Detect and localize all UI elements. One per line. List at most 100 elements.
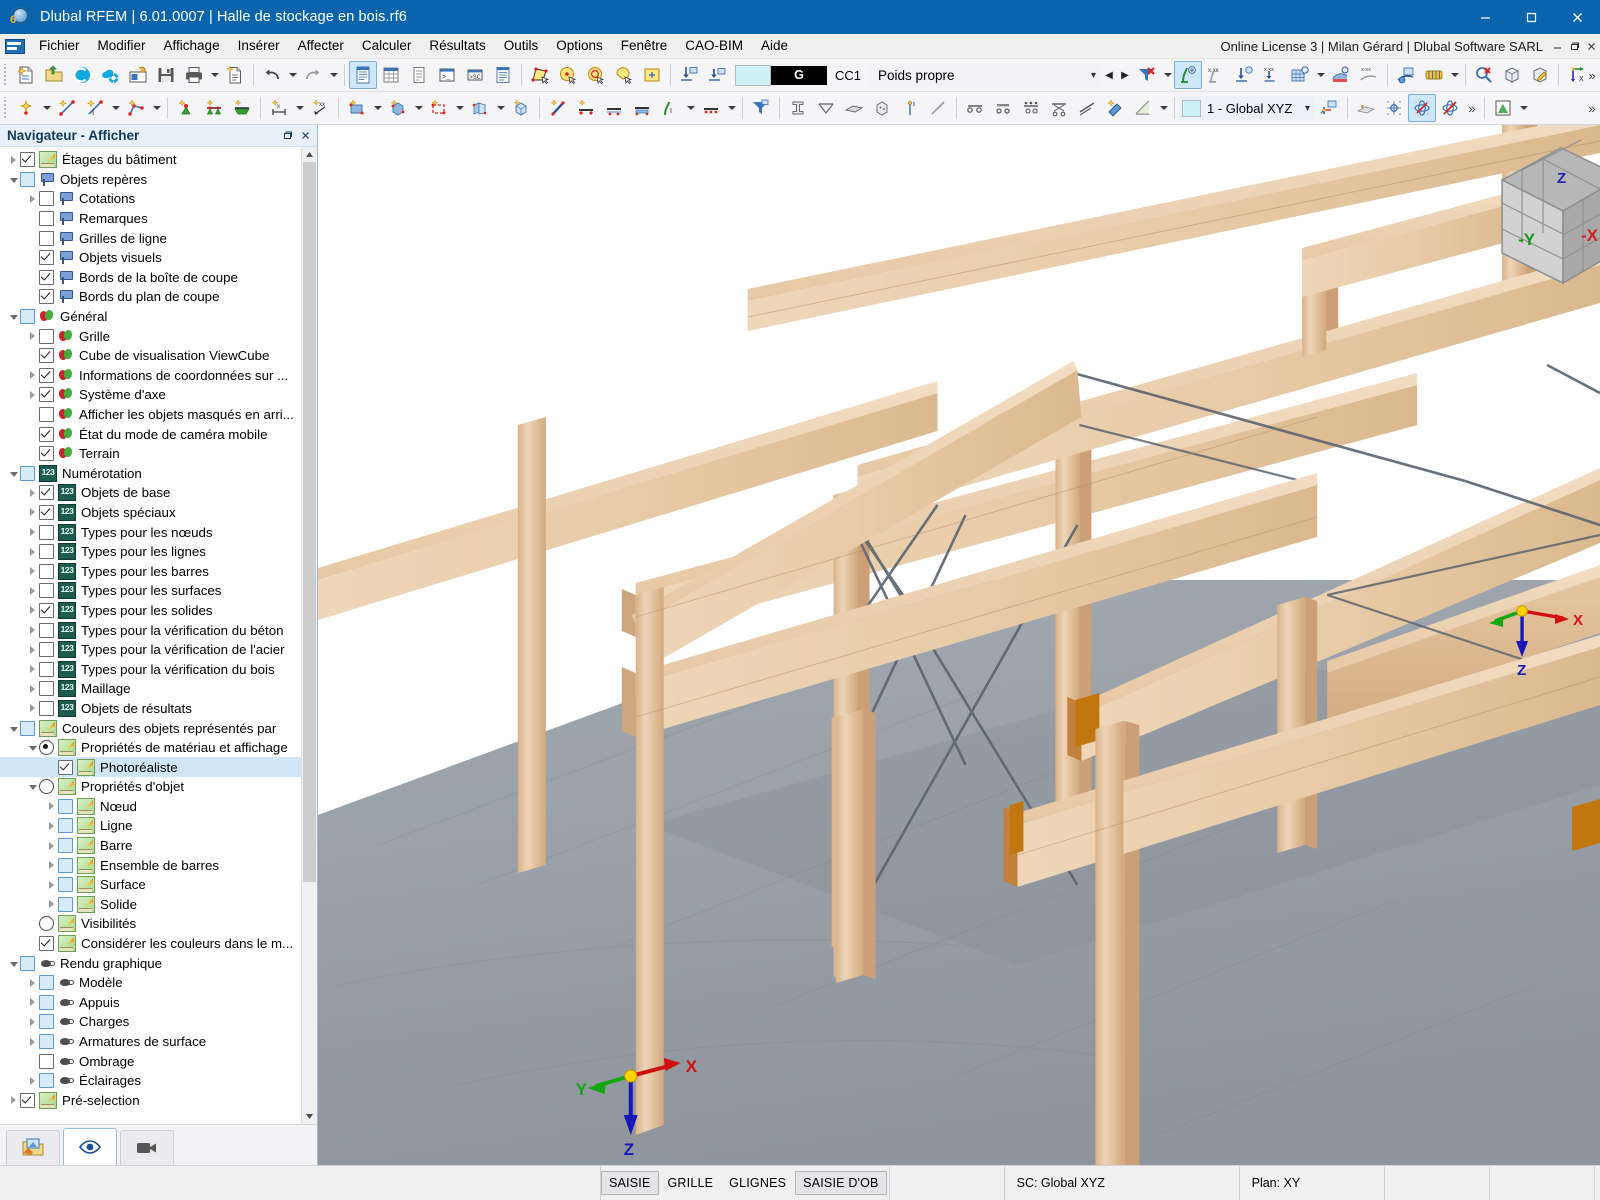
result-surface-grid-icon[interactable] bbox=[1286, 61, 1314, 89]
tree-checkbox[interactable] bbox=[20, 955, 35, 971]
toolbar-overflow-button[interactable]: » bbox=[1584, 62, 1600, 88]
tree-item[interactable]: Général bbox=[0, 307, 301, 327]
tree-item[interactable]: 123 Types pour les nœuds bbox=[0, 522, 301, 542]
redo-icon[interactable] bbox=[299, 61, 327, 89]
tree-checkbox[interactable] bbox=[39, 348, 54, 364]
tree-checkbox[interactable] bbox=[39, 367, 54, 383]
tree-radio-button[interactable] bbox=[39, 916, 54, 932]
tree-checkbox[interactable] bbox=[39, 250, 54, 266]
tree-expander-closed-icon[interactable] bbox=[26, 332, 39, 340]
select-objects-icon[interactable] bbox=[526, 61, 554, 89]
tree-expander-closed-icon[interactable] bbox=[26, 1038, 39, 1046]
tree-checkbox[interactable] bbox=[58, 877, 73, 893]
document-list-icon[interactable] bbox=[405, 61, 433, 89]
edit-coordinate-system-icon[interactable] bbox=[1315, 94, 1343, 122]
printout-report-icon[interactable] bbox=[489, 61, 517, 89]
toolbar-grip[interactable] bbox=[2, 64, 10, 86]
tree-item[interactable]: Terrain bbox=[0, 444, 301, 464]
next-load-case-button[interactable]: ▶ bbox=[1117, 63, 1133, 87]
command-prompt-icon[interactable]: >_ bbox=[433, 61, 461, 89]
tree-checkbox[interactable] bbox=[39, 1073, 54, 1089]
tree-item[interactable]: 123 Types pour la vérification de l'acier bbox=[0, 640, 301, 660]
tree-checkbox[interactable] bbox=[39, 446, 54, 462]
previous-load-case-button[interactable]: ◀ bbox=[1101, 63, 1117, 87]
tree-item[interactable]: Visibilités bbox=[0, 914, 301, 934]
tree-item[interactable]: Grille bbox=[0, 326, 301, 346]
member-load-dropdown-arrow[interactable] bbox=[725, 95, 738, 121]
tree-expander-closed-icon[interactable] bbox=[26, 979, 39, 987]
new-contact-solid-dropdown-arrow[interactable] bbox=[494, 95, 507, 121]
tree-item[interactable]: Bords du plan de coupe bbox=[0, 287, 301, 307]
tree-item[interactable]: Étages du bâtiment bbox=[0, 150, 301, 170]
tree-expander-closed-icon[interactable] bbox=[26, 195, 39, 203]
status-toggle-saisie[interactable]: SAISIE bbox=[601, 1171, 659, 1195]
tree-item[interactable]: Barre bbox=[0, 836, 301, 856]
tree-item[interactable]: 123 Types pour la vérification du béton bbox=[0, 620, 301, 640]
tree-checkbox[interactable] bbox=[39, 661, 54, 677]
print-icon[interactable] bbox=[180, 61, 208, 89]
tree-expander-closed-icon[interactable] bbox=[45, 802, 58, 810]
navigator-scrollbar[interactable] bbox=[301, 147, 317, 1124]
tree-expander-closed-icon[interactable] bbox=[26, 508, 39, 516]
tree-item[interactable]: Pré-selection bbox=[0, 1091, 301, 1111]
undo-icon[interactable] bbox=[258, 61, 286, 89]
result-table-icon[interactable] bbox=[1420, 61, 1448, 89]
result-table-dropdown-arrow[interactable] bbox=[1448, 62, 1461, 88]
dimension-dropdown-arrow[interactable] bbox=[293, 95, 306, 121]
open-recent-icon[interactable] bbox=[124, 61, 152, 89]
new-line-length-icon[interactable]: I bbox=[81, 94, 109, 122]
script-console-icon[interactable]: >SC bbox=[461, 61, 489, 89]
tree-expander-closed-icon[interactable] bbox=[26, 704, 39, 712]
model-viewport-3d[interactable]: X Z -Y -X Z X Y Z bbox=[318, 125, 1600, 1165]
new-contact-solid-icon[interactable] bbox=[466, 94, 494, 122]
undo-dropdown-arrow[interactable] bbox=[286, 62, 299, 88]
menu-affecter[interactable]: Affecter bbox=[289, 35, 353, 57]
tree-expander-open-icon[interactable] bbox=[26, 783, 39, 790]
new-surface-dropdown-arrow[interactable] bbox=[371, 95, 384, 121]
tree-checkbox[interactable] bbox=[39, 191, 54, 207]
section-library-icon[interactable] bbox=[784, 94, 812, 122]
tree-expander-closed-icon[interactable] bbox=[45, 822, 58, 830]
menu-outils[interactable]: Outils bbox=[495, 35, 548, 57]
solid-cube-icon[interactable] bbox=[868, 94, 896, 122]
new-opening-dropdown-arrow[interactable] bbox=[453, 95, 466, 121]
tree-checkbox[interactable] bbox=[39, 994, 54, 1010]
section-editor-icon[interactable] bbox=[1129, 94, 1157, 122]
tree-expander-closed-icon[interactable] bbox=[26, 1018, 39, 1026]
tree-item[interactable]: 123 Types pour les solides bbox=[0, 601, 301, 621]
tree-checkbox[interactable] bbox=[39, 1053, 54, 1069]
new-support-icon[interactable] bbox=[172, 94, 200, 122]
tree-checkbox[interactable] bbox=[39, 681, 54, 697]
status-toggle-grille[interactable]: GRILLE bbox=[661, 1172, 721, 1194]
minimize-button[interactable] bbox=[1462, 0, 1508, 34]
tree-item[interactable]: 123 Maillage bbox=[0, 679, 301, 699]
truss-icon[interactable] bbox=[812, 94, 840, 122]
status-toggle-saisie-dob[interactable]: SAISIE D'OB bbox=[795, 1171, 887, 1195]
tree-item[interactable]: Solide bbox=[0, 895, 301, 915]
tree-checkbox[interactable] bbox=[39, 289, 54, 305]
result-diagram-icon[interactable] bbox=[1327, 61, 1355, 89]
tree-expander-open-icon[interactable] bbox=[7, 470, 20, 477]
snap-object-off-icon[interactable] bbox=[1436, 94, 1464, 122]
tree-checkbox[interactable] bbox=[39, 230, 54, 246]
tree-item[interactable]: 123 Types pour les barres bbox=[0, 561, 301, 581]
tree-checkbox[interactable] bbox=[20, 1092, 35, 1108]
tree-checkbox[interactable] bbox=[39, 504, 54, 520]
tree-item[interactable]: Informations de coordonnées sur ... bbox=[0, 366, 301, 386]
tree-item[interactable]: Armatures de surface bbox=[0, 1032, 301, 1052]
new-member-icon[interactable] bbox=[544, 94, 572, 122]
new-node-dropdown-arrow[interactable] bbox=[40, 95, 53, 121]
support-reactions-icon[interactable] bbox=[1230, 61, 1258, 89]
tree-checkbox[interactable] bbox=[39, 211, 54, 227]
new-block-icon[interactable] bbox=[507, 94, 535, 122]
dimension-icon[interactable]: x bbox=[265, 94, 293, 122]
navigator-close-button[interactable] bbox=[296, 127, 314, 145]
menu-affichage[interactable]: Affichage bbox=[155, 35, 229, 57]
tree-checkbox[interactable] bbox=[39, 1014, 54, 1030]
toolbar2-overflow-button[interactable]: » bbox=[1584, 95, 1600, 121]
support-type-3-icon[interactable] bbox=[1017, 94, 1045, 122]
tree-item[interactable]: Remarques bbox=[0, 209, 301, 229]
tree-item[interactable]: Considérer les couleurs dans le m... bbox=[0, 934, 301, 954]
tree-checkbox[interactable] bbox=[39, 602, 54, 618]
document-minimize-button[interactable] bbox=[1549, 36, 1566, 56]
